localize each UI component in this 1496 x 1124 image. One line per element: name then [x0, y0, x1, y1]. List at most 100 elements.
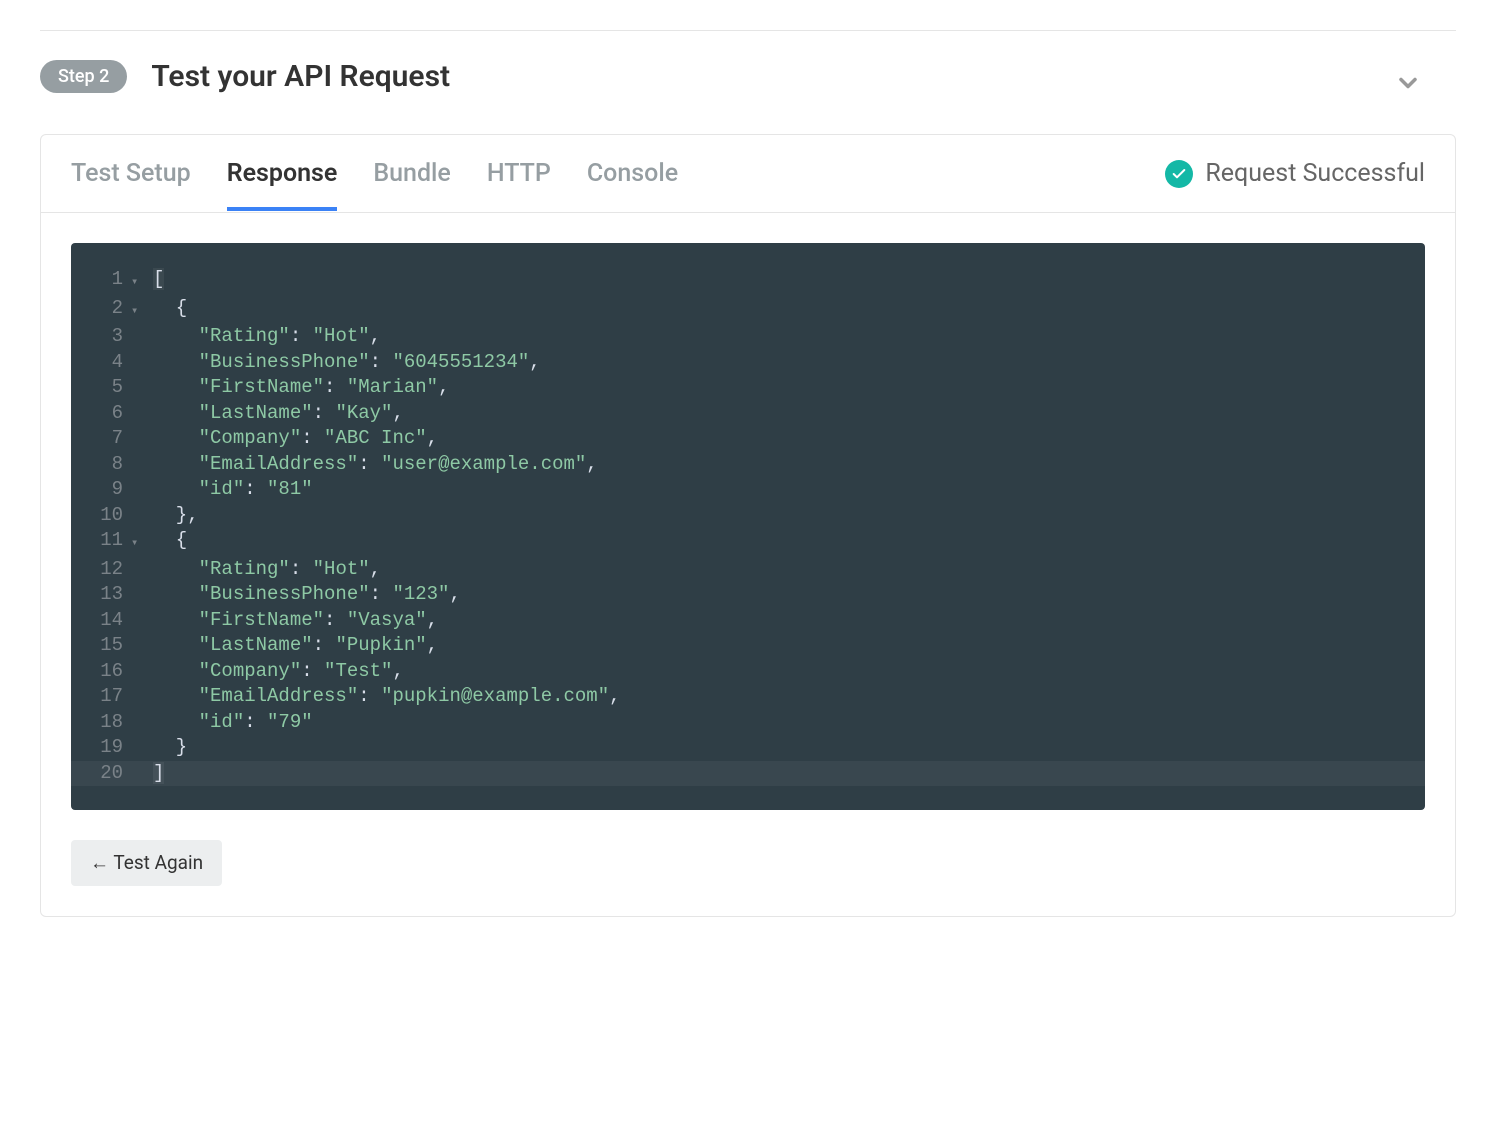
- code-content: }: [149, 735, 187, 761]
- code-line: 6 "LastName": "Kay",: [71, 401, 1425, 427]
- fold-icon: [131, 659, 149, 685]
- code-line: 19 }: [71, 735, 1425, 761]
- line-number: 9: [71, 477, 131, 503]
- code-line: 20]: [71, 761, 1425, 787]
- request-status-text: Request Successful: [1205, 159, 1425, 188]
- line-number: 19: [71, 735, 131, 761]
- tab-test-setup[interactable]: Test Setup: [71, 137, 191, 210]
- code-line: 18 "id": "79": [71, 710, 1425, 736]
- fold-icon: [131, 401, 149, 427]
- line-number: 16: [71, 659, 131, 685]
- fold-icon: [131, 324, 149, 350]
- step-header: Step 2 Test your API Request: [40, 59, 1456, 94]
- fold-icon: [131, 452, 149, 478]
- code-line: 15 "LastName": "Pupkin",: [71, 633, 1425, 659]
- fold-icon: [131, 608, 149, 634]
- code-content: "id": "79": [149, 710, 313, 736]
- tab-response[interactable]: Response: [227, 137, 338, 210]
- code-line: 7 "Company": "ABC Inc",: [71, 426, 1425, 452]
- code-content: ]: [149, 761, 164, 787]
- fold-icon: [131, 735, 149, 761]
- code-content: "EmailAddress": "user@example.com",: [149, 452, 598, 478]
- line-number: 5: [71, 375, 131, 401]
- line-number: 15: [71, 633, 131, 659]
- code-line: 1▾[: [71, 267, 1425, 296]
- code-content: },: [149, 503, 199, 529]
- code-content: "BusinessPhone": "123",: [149, 582, 461, 608]
- code-line: 3 "Rating": "Hot",: [71, 324, 1425, 350]
- fold-icon: [131, 350, 149, 376]
- line-number: 2: [71, 296, 131, 325]
- fold-icon: [131, 477, 149, 503]
- code-line: 2▾ {: [71, 296, 1425, 325]
- fold-icon: [131, 503, 149, 529]
- fold-icon: [131, 684, 149, 710]
- code-content: "EmailAddress": "pupkin@example.com",: [149, 684, 621, 710]
- fold-icon: [131, 426, 149, 452]
- code-content: "Rating": "Hot",: [149, 557, 381, 583]
- code-editor[interactable]: 1▾[2▾ {3 "Rating": "Hot",4 "BusinessPhon…: [71, 243, 1425, 810]
- divider: [40, 30, 1456, 31]
- code-content: {: [149, 528, 187, 557]
- fold-icon: [131, 710, 149, 736]
- line-number: 14: [71, 608, 131, 634]
- line-number: 8: [71, 452, 131, 478]
- code-content: "BusinessPhone": "6045551234",: [149, 350, 541, 376]
- fold-icon: [131, 375, 149, 401]
- code-line: 4 "BusinessPhone": "6045551234",: [71, 350, 1425, 376]
- line-number: 1: [71, 267, 131, 296]
- line-number: 3: [71, 324, 131, 350]
- code-area: 1▾[2▾ {3 "Rating": "Hot",4 "BusinessPhon…: [41, 213, 1455, 840]
- code-content: "FirstName": "Vasya",: [149, 608, 438, 634]
- step-badge: Step 2: [40, 60, 127, 93]
- check-circle-icon: [1165, 160, 1193, 188]
- code-line: 8 "EmailAddress": "user@example.com",: [71, 452, 1425, 478]
- code-content: "Company": "ABC Inc",: [149, 426, 438, 452]
- code-line: 12 "Rating": "Hot",: [71, 557, 1425, 583]
- line-number: 17: [71, 684, 131, 710]
- footer: ← Test Again: [41, 840, 1455, 916]
- line-number: 10: [71, 503, 131, 529]
- fold-icon[interactable]: ▾: [131, 296, 149, 325]
- code-content: "LastName": "Kay",: [149, 401, 404, 427]
- code-line: 11▾ {: [71, 528, 1425, 557]
- fold-icon: [131, 557, 149, 583]
- line-number: 11: [71, 528, 131, 557]
- tab-bundle[interactable]: Bundle: [373, 137, 450, 210]
- code-line: 10 },: [71, 503, 1425, 529]
- code-content: "FirstName": "Marian",: [149, 375, 449, 401]
- fold-icon[interactable]: ▾: [131, 267, 149, 296]
- code-content: "id": "81": [149, 477, 313, 503]
- line-number: 18: [71, 710, 131, 736]
- code-line: 16 "Company": "Test",: [71, 659, 1425, 685]
- tabs: Test Setup Response Bundle HTTP Console: [71, 137, 1165, 210]
- line-number: 13: [71, 582, 131, 608]
- fold-icon: [131, 582, 149, 608]
- request-status: Request Successful: [1165, 159, 1425, 188]
- line-number: 4: [71, 350, 131, 376]
- fold-icon[interactable]: ▾: [131, 528, 149, 557]
- test-again-button[interactable]: ← Test Again: [71, 840, 222, 886]
- code-line: 5 "FirstName": "Marian",: [71, 375, 1425, 401]
- chevron-down-icon[interactable]: [1394, 69, 1422, 97]
- step-title: Test your API Request: [151, 59, 450, 94]
- tab-http[interactable]: HTTP: [487, 137, 551, 210]
- code-content: "LastName": "Pupkin",: [149, 633, 438, 659]
- code-line: 13 "BusinessPhone": "123",: [71, 582, 1425, 608]
- code-line: 14 "FirstName": "Vasya",: [71, 608, 1425, 634]
- code-content: "Company": "Test",: [149, 659, 404, 685]
- tab-bar: Test Setup Response Bundle HTTP Console Requ…: [41, 135, 1455, 213]
- line-number: 20: [71, 761, 131, 787]
- fold-icon: [131, 761, 149, 787]
- code-line: 17 "EmailAddress": "pupkin@example.com",: [71, 684, 1425, 710]
- code-content: {: [149, 296, 187, 325]
- line-number: 7: [71, 426, 131, 452]
- line-number: 12: [71, 557, 131, 583]
- results-panel: Test Setup Response Bundle HTTP Console Requ…: [40, 134, 1456, 917]
- fold-icon: [131, 633, 149, 659]
- tab-console[interactable]: Console: [587, 137, 678, 210]
- code-content: "Rating": "Hot",: [149, 324, 381, 350]
- code-line: 9 "id": "81": [71, 477, 1425, 503]
- line-number: 6: [71, 401, 131, 427]
- code-content: [: [149, 267, 164, 296]
